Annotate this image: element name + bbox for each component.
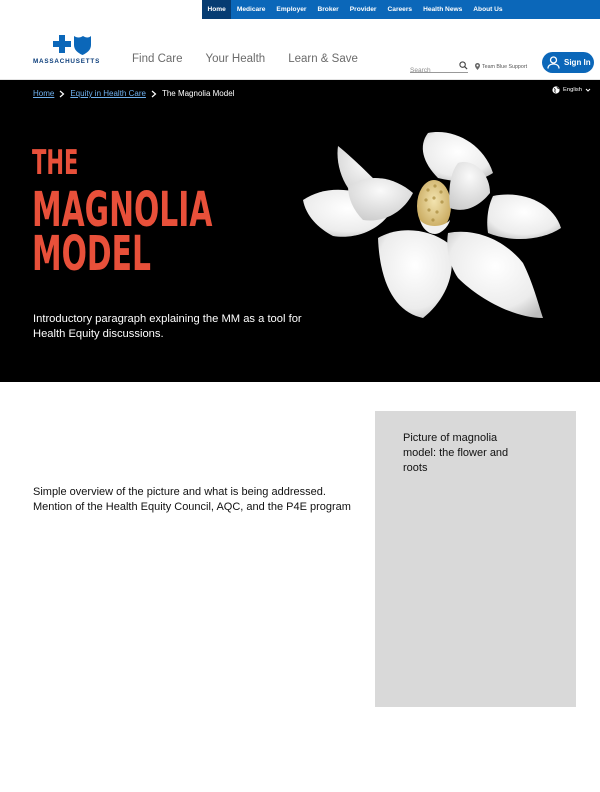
support-label: Team Blue Support — [482, 63, 528, 70]
user-icon — [547, 56, 560, 69]
hero-section: Home Equity in Health Care The Magnolia … — [0, 80, 600, 382]
utility-nav-careers[interactable]: Careers — [382, 0, 418, 19]
utility-nav: Home Medicare Employer Broker Provider C… — [202, 0, 600, 19]
chevron-right-icon — [59, 90, 65, 97]
overview-text: Simple overview of the picture and what … — [33, 486, 351, 513]
nav-learn-save[interactable]: Learn & Save — [288, 53, 358, 65]
team-blue-support-link[interactable]: Team Blue Support — [475, 63, 527, 70]
utility-nav-broker[interactable]: Broker — [312, 0, 344, 19]
title-line-2: MAGNOLIA — [32, 182, 213, 238]
chevron-right-icon — [151, 90, 157, 97]
language-selector[interactable]: English — [552, 86, 591, 94]
breadcrumb-current: The Magnolia Model — [161, 89, 235, 98]
image-placeholder-caption: Picture of magnolia model: the flower an… — [403, 432, 509, 474]
nav-your-health[interactable]: Your Health — [206, 53, 266, 65]
magnolia-flower-image — [303, 132, 561, 318]
breadcrumb: Home Equity in Health Care The Magnolia … — [33, 89, 234, 98]
site-header: MASSACHUSETTS Find Care Your Health Lear… — [0, 19, 600, 80]
utility-nav-employer[interactable]: Employer — [271, 0, 312, 19]
magnolia-model-image-placeholder: Picture of magnolia model: the flower an… — [375, 411, 576, 707]
page-title: THE MAGNOLIA MODEL — [32, 143, 213, 278]
location-pin-icon — [475, 63, 480, 70]
bcbs-logo-icon — [53, 35, 91, 55]
search-input[interactable] — [410, 64, 456, 77]
language-label: English — [563, 87, 583, 93]
utility-nav-health-news[interactable]: Health News — [418, 0, 468, 19]
sign-in-label: Sign In — [564, 58, 591, 67]
main-nav: Find Care Your Health Learn & Save — [132, 53, 358, 65]
utility-nav-home[interactable]: Home — [202, 0, 232, 19]
breadcrumb-home[interactable]: Home — [33, 89, 54, 98]
nav-find-care[interactable]: Find Care — [132, 53, 183, 65]
search-box — [410, 59, 468, 77]
chevron-down-icon — [585, 88, 591, 92]
sign-in-button[interactable]: Sign In — [542, 52, 594, 73]
hero-intro: Introductory paragraph explaining the MM… — [33, 313, 302, 340]
breadcrumb-equity[interactable]: Equity in Health Care — [70, 89, 146, 98]
utility-nav-medicare[interactable]: Medicare — [231, 0, 271, 19]
search-icon[interactable] — [459, 61, 468, 70]
logo-text: MASSACHUSETTS — [33, 58, 101, 65]
title-line-1: THE — [32, 143, 79, 183]
utility-nav-about-us[interactable]: About Us — [468, 0, 508, 19]
utility-nav-provider[interactable]: Provider — [344, 0, 382, 19]
globe-icon — [552, 86, 560, 94]
logo[interactable]: MASSACHUSETTS — [33, 34, 109, 70]
